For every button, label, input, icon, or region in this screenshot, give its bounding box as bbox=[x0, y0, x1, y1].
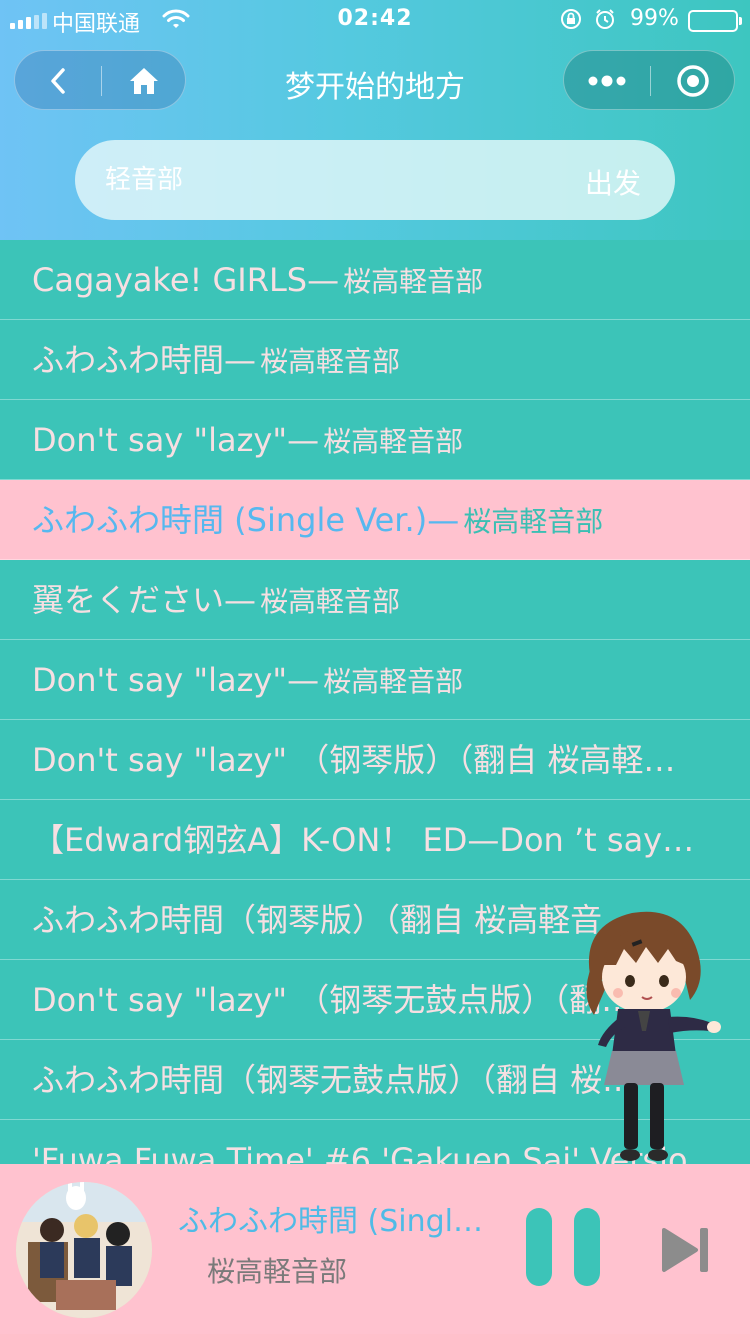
song-title: ふわふわ時間（钢琴无鼓点版）（翻自 桜… bbox=[32, 1061, 635, 1099]
rotation-lock-icon bbox=[560, 8, 582, 36]
next-track-button[interactable] bbox=[660, 1226, 714, 1274]
song-title: Don't say "lazy" bbox=[32, 421, 288, 459]
nav-capsule-right bbox=[563, 50, 735, 110]
target-circle-icon bbox=[677, 65, 709, 97]
song-title: Cagayake! GIRLS bbox=[32, 261, 308, 299]
song-list-item[interactable]: 【Edward钢弦A】K-ON！ ED—Don ’t say… bbox=[0, 800, 750, 880]
battery-percent: 99% bbox=[630, 6, 679, 31]
song-title: 翼をください bbox=[32, 581, 225, 619]
song-title: ふわふわ時間 (Single Ver.) bbox=[32, 501, 428, 539]
header: 中国联通 02:42 99% 梦开始的地方 轻音部 出发 bbox=[0, 0, 750, 240]
song-artist: 桜高軽音部 bbox=[260, 345, 401, 378]
more-button[interactable] bbox=[564, 51, 650, 111]
player-bar: ふわふわ時間 (Single Ver.) 桜高軽音部 bbox=[0, 1164, 750, 1334]
alarm-icon bbox=[594, 8, 616, 36]
song-list-item[interactable]: Don't say "lazy"— 桜高軽音部 bbox=[0, 400, 750, 480]
close-miniprogram-button[interactable] bbox=[650, 51, 736, 111]
song-artist: 桜高軽音部 bbox=[260, 585, 401, 618]
battery-icon bbox=[688, 10, 742, 32]
song-artist: 桜高軽音部 bbox=[323, 665, 464, 698]
status-bar: 中国联通 02:42 99% bbox=[0, 0, 750, 40]
pause-button[interactable] bbox=[524, 1208, 604, 1288]
song-separator: — bbox=[427, 501, 460, 539]
song-artist: 桜高軽音部 bbox=[343, 265, 484, 298]
song-separator: — bbox=[287, 421, 320, 459]
song-artist: 桜高軽音部 bbox=[323, 425, 464, 458]
song-list-item[interactable]: ふわふわ時間— 桜高軽音部 bbox=[0, 320, 750, 400]
song-separator: — bbox=[224, 341, 257, 379]
search-go-button[interactable]: 出发 bbox=[585, 162, 641, 202]
album-cover-illustration bbox=[16, 1182, 152, 1318]
song-title: ふわふわ時間 bbox=[32, 341, 225, 379]
now-playing-title: ふわふわ時間 (Single Ver.) bbox=[178, 1204, 498, 1239]
song-title: 【Edward钢弦A】K-ON！ ED—Don ’t say… bbox=[32, 821, 695, 859]
song-title: Don't say "lazy" bbox=[32, 661, 288, 699]
now-playing-artist: 桜高軽音部 bbox=[207, 1255, 348, 1288]
song-list-item[interactable]: Cagayake! GIRLS— 桜高軽音部 bbox=[0, 240, 750, 320]
song-separator: — bbox=[307, 261, 340, 299]
search-input[interactable] bbox=[105, 158, 545, 202]
song-artist: 桜高軽音部 bbox=[463, 505, 604, 538]
song-title: ふわふわ時間（钢琴版）（翻自 桜高軽音… bbox=[32, 901, 635, 939]
song-list-item[interactable]: Don't say "lazy" （钢琴版）（翻自 桜高軽… bbox=[0, 720, 750, 800]
song-separator: — bbox=[224, 581, 257, 619]
song-list-item[interactable]: ふわふわ時間 (Single Ver.)— 桜高軽音部 bbox=[0, 480, 750, 560]
song-title: Don't say "lazy" （钢琴无鼓点版）（翻… bbox=[32, 981, 634, 1019]
chibi-girl-mascot-image bbox=[586, 911, 721, 1161]
song-separator: — bbox=[287, 661, 320, 699]
song-list-item[interactable]: 翼をください— 桜高軽音部 bbox=[0, 560, 750, 640]
next-track-icon bbox=[662, 1228, 708, 1272]
song-list-item[interactable]: Don't say "lazy"— 桜高軽音部 bbox=[0, 640, 750, 720]
more-dots-icon bbox=[588, 75, 626, 87]
album-art-image[interactable] bbox=[16, 1182, 152, 1318]
search-bar: 出发 bbox=[75, 140, 675, 220]
song-title: Don't say "lazy" （钢琴版）（翻自 桜高軽… bbox=[32, 741, 676, 779]
